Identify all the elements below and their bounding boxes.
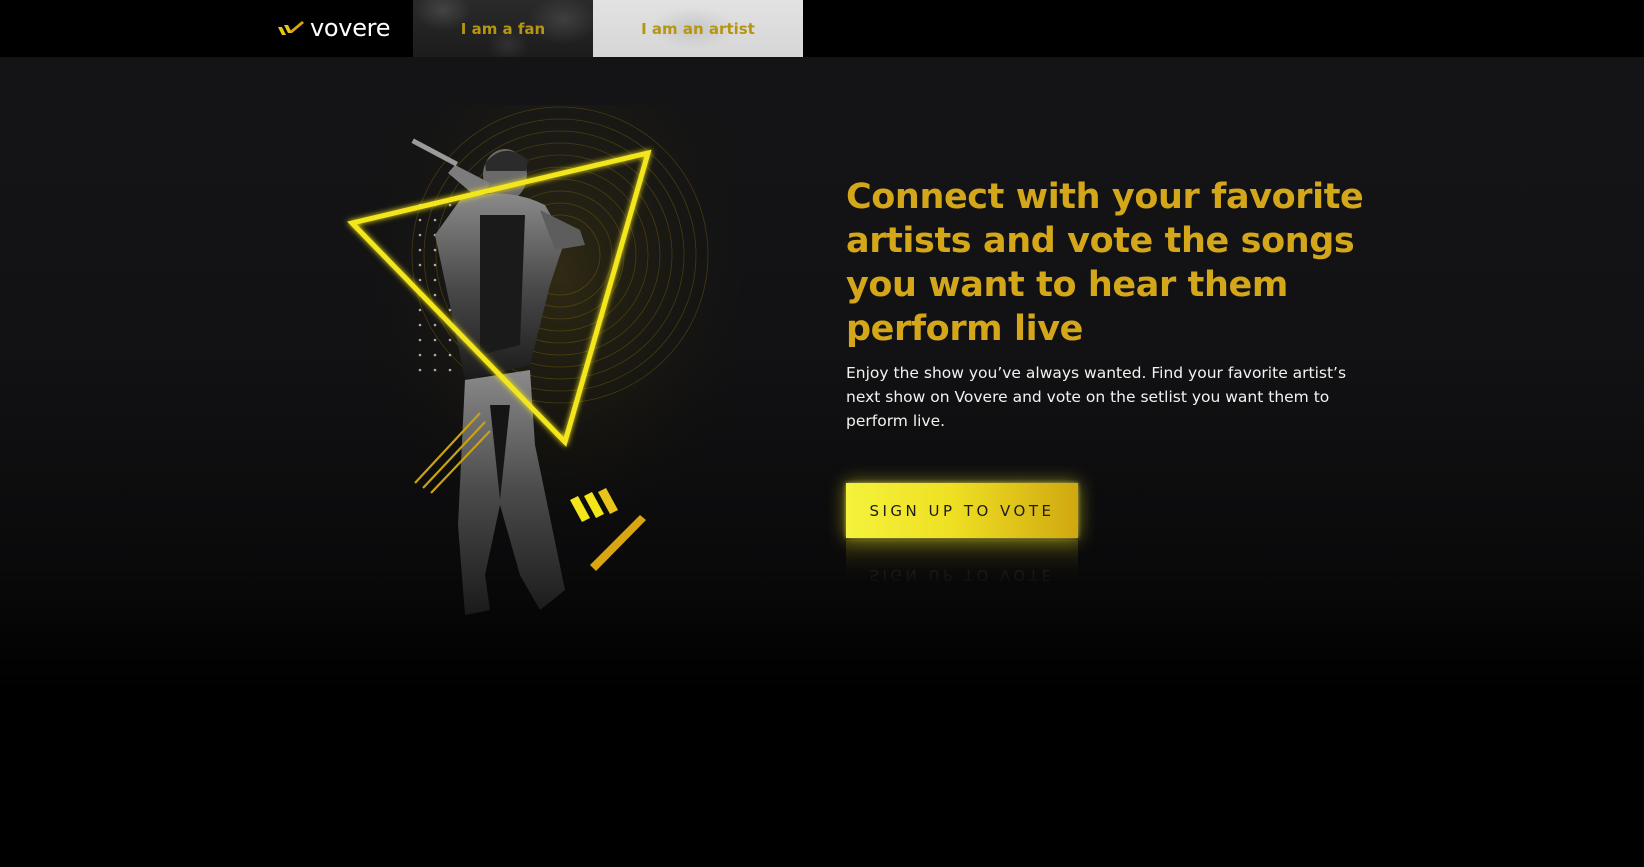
hero-subtext: Enjoy the show you’ve always wanted. Fin…	[846, 364, 1347, 430]
top-navigation: vovere I am a fan I am an artist	[0, 0, 1644, 57]
landing-page: vovere I am a fan I am an artist Connect…	[0, 0, 1644, 867]
brand-logo[interactable]: vovere	[276, 12, 390, 44]
sign-up-to-vote-button[interactable]: SIGN UP TO VOTE	[846, 483, 1078, 538]
hero-headline: Connect with your favorite artists and v…	[846, 177, 1364, 349]
singer-with-microphone-image	[340, 105, 740, 665]
brand-name: vovere	[310, 14, 391, 42]
cta-container: SIGN UP TO VOTE SIGN UP TO VOTE	[846, 483, 1078, 590]
hero-illustration	[340, 105, 740, 665]
hero-content: Connect with your favorite artists and v…	[846, 175, 1366, 433]
tab-artist[interactable]: I am an artist	[593, 0, 803, 57]
vovere-logo-icon	[278, 21, 304, 35]
cta-reflection: SIGN UP TO VOTE	[846, 540, 1078, 590]
tab-fan[interactable]: I am a fan	[413, 0, 593, 57]
